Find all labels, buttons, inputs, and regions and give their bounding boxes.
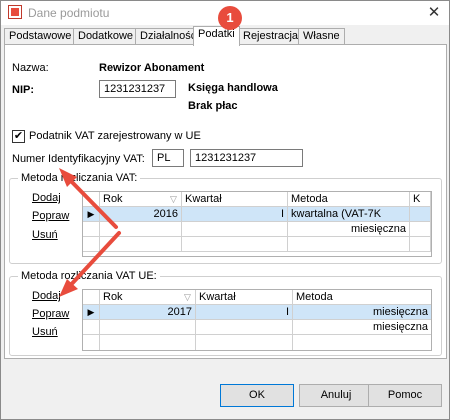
row-pointer-icon: ▶ bbox=[83, 207, 100, 222]
help-button[interactable]: Pomoc bbox=[368, 384, 442, 407]
cell-rok: 2017 bbox=[100, 305, 196, 320]
vat-ue-edit-link[interactable]: Popraw bbox=[32, 308, 69, 320]
vat-delete-link[interactable]: Usuń bbox=[32, 229, 58, 241]
row-indicator bbox=[83, 222, 100, 237]
column-header-kwartal[interactable]: Kwartał bbox=[196, 290, 293, 305]
vat-ue-method-table[interactable]: Rok ▽ Kwartał Metoda ▶ 2017 I miesięczna… bbox=[82, 289, 432, 351]
vat-edit-link[interactable]: Popraw bbox=[32, 210, 69, 222]
cell-k bbox=[410, 237, 431, 252]
column-header-k[interactable]: K bbox=[410, 192, 431, 207]
row-indicator bbox=[83, 290, 100, 305]
vat-ue-checkbox-label: Podatnik VAT zarejestrowany w UE bbox=[29, 130, 201, 142]
close-icon[interactable]: ✕ bbox=[422, 2, 446, 24]
row-indicator bbox=[83, 335, 100, 350]
cell-kwartal bbox=[196, 320, 293, 335]
nip-field[interactable]: 1231231237 bbox=[99, 80, 176, 98]
column-header-kwartal[interactable]: Kwartał bbox=[182, 192, 288, 207]
cell-kwartal bbox=[196, 335, 293, 350]
column-header-metoda[interactable]: Metoda bbox=[288, 192, 410, 207]
vat-ue-add-link[interactable]: Dodaj bbox=[32, 290, 61, 302]
vat-ue-delete-link[interactable]: Usuń bbox=[32, 326, 58, 338]
tab-dodatkowe[interactable]: Dodatkowe bbox=[73, 28, 139, 45]
app-icon bbox=[8, 5, 22, 19]
step-badge: 1 bbox=[218, 6, 242, 30]
cancel-button[interactable]: Anuluj bbox=[299, 384, 373, 407]
vat-method-table[interactable]: Rok ▽ Kwartał Metoda K ▶ 2016 I kwartaln… bbox=[82, 191, 432, 257]
column-header-metoda[interactable]: Metoda bbox=[293, 290, 431, 305]
tab-rejestracja[interactable]: Rejestracja bbox=[238, 28, 304, 45]
vat-country-field[interactable]: PL bbox=[152, 149, 184, 167]
nazwa-label: Nazwa: bbox=[12, 62, 49, 74]
cell-metoda: miesięczna bbox=[288, 222, 410, 237]
tab-panel-podatki: Nazwa: Rewizor Abonament NIP: 1231231237… bbox=[4, 44, 447, 359]
cell-metoda bbox=[293, 335, 431, 350]
row-indicator bbox=[83, 237, 100, 252]
nazwa-value: Rewizor Abonament bbox=[99, 62, 205, 74]
vat-ue-method-group: Metoda rozliczania VAT UE: Dodaj Popraw … bbox=[9, 270, 442, 356]
table-row[interactable]: miesięczna bbox=[83, 320, 431, 335]
sort-icon: ▽ bbox=[170, 194, 177, 204]
table-header: Rok ▽ Kwartał Metoda K bbox=[83, 192, 431, 207]
row-pointer-icon: ▶ bbox=[83, 305, 100, 320]
cell-metoda: miesięczna bbox=[372, 321, 428, 333]
nip-label: NIP: bbox=[12, 84, 34, 96]
table-header: Rok ▽ Kwartał Metoda bbox=[83, 290, 431, 305]
cell-rok: 2016 bbox=[100, 207, 182, 222]
window-title: Dane podmiotu bbox=[28, 6, 110, 20]
tab-dzialalnosc[interactable]: Działalność bbox=[135, 28, 202, 45]
cell-k bbox=[410, 222, 431, 237]
cell-kwartal: I bbox=[182, 207, 288, 222]
cell-metoda: miesięczna bbox=[372, 306, 428, 318]
ksiega-label: Księga handlowa bbox=[188, 82, 278, 94]
cell-kwartal bbox=[182, 237, 288, 252]
table-row[interactable] bbox=[83, 237, 431, 252]
table-row[interactable]: ▶ 2016 I kwartalna (VAT-7K bbox=[83, 207, 431, 222]
row-indicator bbox=[83, 320, 100, 335]
cell-k bbox=[410, 207, 431, 222]
column-header-rok[interactable]: Rok bbox=[100, 290, 196, 305]
vat-method-title: Metoda rozliczania VAT: bbox=[18, 172, 141, 184]
dialog-window: Dane podmiotu ✕ Podstawowe Dodatkowe Dzi… bbox=[0, 0, 450, 420]
vat-id-label: Numer Identyfikacyjny VAT: bbox=[12, 153, 145, 165]
cell-metoda bbox=[288, 237, 410, 252]
ok-button[interactable]: OK bbox=[220, 384, 294, 407]
vat-method-group: Metoda rozliczania VAT: Dodaj Popraw Usu… bbox=[9, 172, 442, 264]
cell-rok bbox=[100, 335, 196, 350]
tab-podstawowe[interactable]: Podstawowe bbox=[4, 28, 77, 45]
cell-metoda: kwartalna (VAT-7K bbox=[288, 207, 410, 222]
cell-rok bbox=[100, 320, 196, 335]
table-row[interactable] bbox=[83, 335, 431, 350]
vat-ue-checkbox[interactable]: ✔ bbox=[12, 130, 25, 143]
vat-add-link[interactable]: Dodaj bbox=[32, 192, 61, 204]
row-indicator bbox=[83, 192, 100, 207]
cell-kwartal bbox=[182, 222, 288, 237]
vat-number-field[interactable]: 1231231237 bbox=[190, 149, 303, 167]
table-row[interactable]: ▶ 2017 I miesięczna bbox=[83, 305, 431, 320]
table-row[interactable]: miesięczna bbox=[83, 222, 431, 237]
sort-icon: ▽ bbox=[184, 292, 191, 302]
tab-wlasne[interactable]: Własne bbox=[298, 28, 345, 45]
cell-rok bbox=[100, 222, 182, 237]
vat-ue-method-title: Metoda rozliczania VAT UE: bbox=[18, 270, 160, 282]
cell-rok bbox=[100, 237, 182, 252]
brak-plac-label: Brak płac bbox=[188, 100, 238, 112]
cell-kwartal: I bbox=[196, 305, 293, 320]
